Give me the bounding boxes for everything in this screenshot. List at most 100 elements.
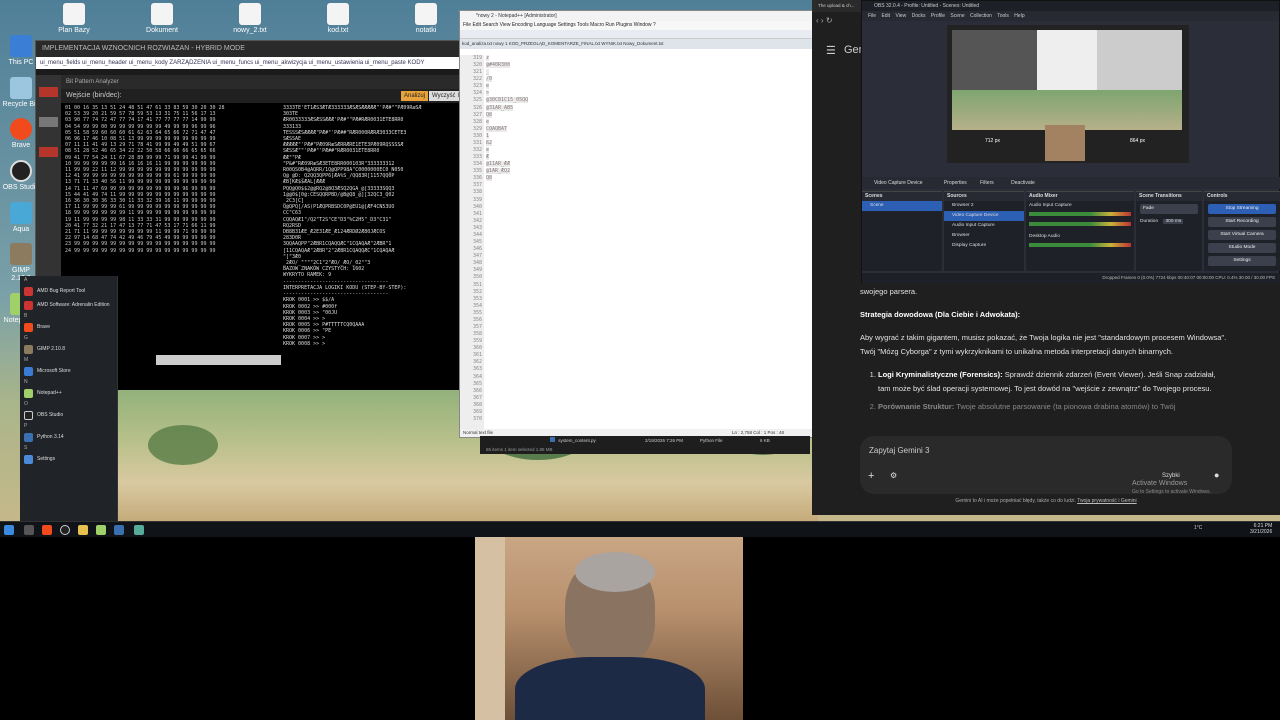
- side-badge[interactable]: [39, 87, 58, 97]
- obs-menu-bar[interactable]: File Edit View Docks Profile Scene Colle…: [862, 11, 1279, 21]
- line-number: 357: [472, 323, 482, 330]
- line-number: 356: [472, 316, 482, 323]
- start-item-obs[interactable]: OBS Studio: [20, 408, 117, 422]
- line-number: 350: [472, 274, 482, 281]
- activate-windows-note: Go to Settings to activate Windows.: [1132, 489, 1211, 495]
- amd-icon: [24, 286, 33, 296]
- browser-tab[interactable]: The upload & ch...: [818, 3, 855, 8]
- desktop-icon-top-1[interactable]: Plan Bazy: [55, 3, 93, 35]
- line-number: 330: [472, 132, 482, 139]
- line-number: 337: [472, 182, 482, 189]
- privacy-link[interactable]: Twoja prywatność i Gemini: [1077, 498, 1136, 504]
- preview-left-dim: 712 px: [985, 138, 1001, 144]
- start-item-amd-software[interactable]: AMD Software: Adrenalin Edition: [20, 298, 117, 312]
- line-number: 322: [472, 76, 482, 83]
- python-icon[interactable]: [114, 525, 124, 535]
- line-number: 343: [472, 224, 482, 231]
- tab-bar[interactable]: kod_analiza.txt nowy 1 KOD_PRZEGLĄD_KOME…: [460, 39, 814, 49]
- source-item[interactable]: Audio Input Capture: [944, 221, 1024, 231]
- toolbar[interactable]: [460, 30, 814, 39]
- editor-line: @#40R300: [486, 62, 511, 69]
- properties-button[interactable]: Properties: [944, 180, 967, 186]
- stop-streaming-button[interactable]: Stop Streaming: [1208, 204, 1276, 214]
- start-recording-button[interactable]: Start Recording: [1208, 217, 1276, 227]
- nav-row[interactable]: ui_menu_fields ui_menu_header ui_menu_ko…: [36, 57, 464, 69]
- scrollbar[interactable]: [156, 355, 281, 365]
- line-number: 348: [472, 260, 482, 267]
- studio-mode-button[interactable]: Studio Mode: [1208, 243, 1276, 253]
- search-icon[interactable]: [24, 525, 34, 535]
- line-number: 355: [472, 309, 482, 316]
- source-item[interactable]: Video Capture Device: [944, 211, 1024, 221]
- deactivate-button[interactable]: Deactivate: [1011, 180, 1035, 186]
- add-icon[interactable]: +: [868, 470, 874, 482]
- analyze-button[interactable]: Analizuj: [401, 91, 429, 101]
- start-item-gimp[interactable]: GIMP 2.10.8: [20, 342, 117, 356]
- transition-select[interactable]: Fade: [1140, 204, 1198, 214]
- settings-button[interactable]: Settings: [1208, 256, 1276, 266]
- weather-indicator[interactable]: 1°C: [1194, 525, 1202, 531]
- webcam-feed: [475, 537, 743, 720]
- forward-icon[interactable]: ›: [821, 16, 824, 25]
- editor-area[interactable]: z @#40R300 _/0 e > @30C81C15_05QQ @31AR_AB5 Q8 e…: [486, 55, 814, 433]
- editor-line: _: [486, 69, 490, 76]
- explorer-status: 85 items 1 item selected 1.88 MB: [486, 447, 553, 452]
- prompt-input[interactable]: Zapytaj Gemini 3: [869, 446, 929, 455]
- start-item-python[interactable]: Python 3.14: [20, 430, 117, 444]
- duration-input[interactable]: 300 ms: [1163, 219, 1184, 224]
- line-number: 323: [472, 83, 482, 90]
- editor-line: 1: [486, 132, 490, 139]
- gimp-icon: [10, 243, 32, 266]
- clock[interactable]: 6:21 PM 3/21/2026: [1250, 523, 1272, 535]
- line-number: 346: [472, 246, 482, 253]
- line-number: 354: [472, 302, 482, 309]
- volume-meter[interactable]: [1029, 243, 1131, 247]
- microphone-icon[interactable]: ●: [1214, 470, 1219, 480]
- editor-line: @11AR_ÆÆ: [486, 161, 511, 168]
- aqua-icon: [10, 201, 32, 224]
- obs-icon[interactable]: [60, 525, 70, 535]
- brave-icon[interactable]: [42, 525, 52, 535]
- filters-button[interactable]: Filters: [980, 180, 994, 186]
- start-item-settings[interactable]: Settings: [20, 452, 117, 466]
- line-number: 340: [472, 203, 482, 210]
- reload-icon[interactable]: ↻: [826, 16, 833, 25]
- volume-meter[interactable]: [1029, 212, 1131, 216]
- source-item[interactable]: Browser 2: [944, 201, 1024, 211]
- start-virtual-camera-button[interactable]: Start Virtual Camera: [1208, 230, 1276, 240]
- start-item-notepadpp[interactable]: Notepad++: [20, 386, 117, 400]
- side-badge[interactable]: [39, 147, 58, 157]
- app-icon[interactable]: [134, 525, 144, 535]
- windows-start-icon[interactable]: [4, 525, 14, 535]
- file-explorer-icon[interactable]: [78, 525, 88, 535]
- desktop-icon-top-4[interactable]: kod.txt: [319, 3, 357, 35]
- line-number: 353: [472, 295, 482, 302]
- file-row[interactable]: system_content.py 2/19/2026 7:26 PM Pyth…: [480, 436, 810, 445]
- tools-icon[interactable]: ⚙: [890, 471, 897, 480]
- brave-icon: [10, 118, 32, 141]
- controls-dock: Controls Stop Streaming Start Recording …: [1204, 191, 1280, 271]
- desktop-icon-top-2[interactable]: Dokument: [143, 3, 181, 35]
- back-icon[interactable]: ‹: [816, 16, 819, 25]
- obs-preview[interactable]: 712 px 864 px: [947, 25, 1189, 163]
- document-icon: [63, 3, 85, 25]
- line-number: 365: [472, 380, 482, 387]
- line-number: 360: [472, 345, 482, 352]
- desktop-icon-top-3[interactable]: nowy_2.txt: [231, 3, 269, 35]
- hamburger-menu-icon[interactable]: ☰: [826, 44, 836, 57]
- desktop-icon-top-5[interactable]: notatki: [407, 3, 445, 35]
- source-item[interactable]: Browser: [944, 231, 1024, 241]
- start-item-amd-bug-report[interactable]: AMD Bug Report Tool: [20, 284, 117, 298]
- menu-bar[interactable]: File Edit Search View Encoding Language …: [460, 21, 814, 30]
- volume-meter[interactable]: [1029, 222, 1131, 226]
- side-badge[interactable]: [39, 117, 58, 127]
- notepadpp-icon[interactable]: [96, 525, 106, 535]
- source-item[interactable]: Display Capture: [944, 241, 1024, 251]
- notepadpp-window: *nowy 2 - Notepad++ [Administrator] File…: [459, 10, 815, 438]
- editor-line: CQAQBAT: [486, 125, 508, 132]
- scene-item[interactable]: Scene: [862, 201, 942, 211]
- start-item-microsoft-store[interactable]: Microsoft Store: [20, 364, 117, 378]
- line-number: 366: [472, 387, 482, 394]
- mode-selector[interactable]: Szybki: [1162, 473, 1180, 479]
- start-item-brave[interactable]: Brave: [20, 320, 117, 334]
